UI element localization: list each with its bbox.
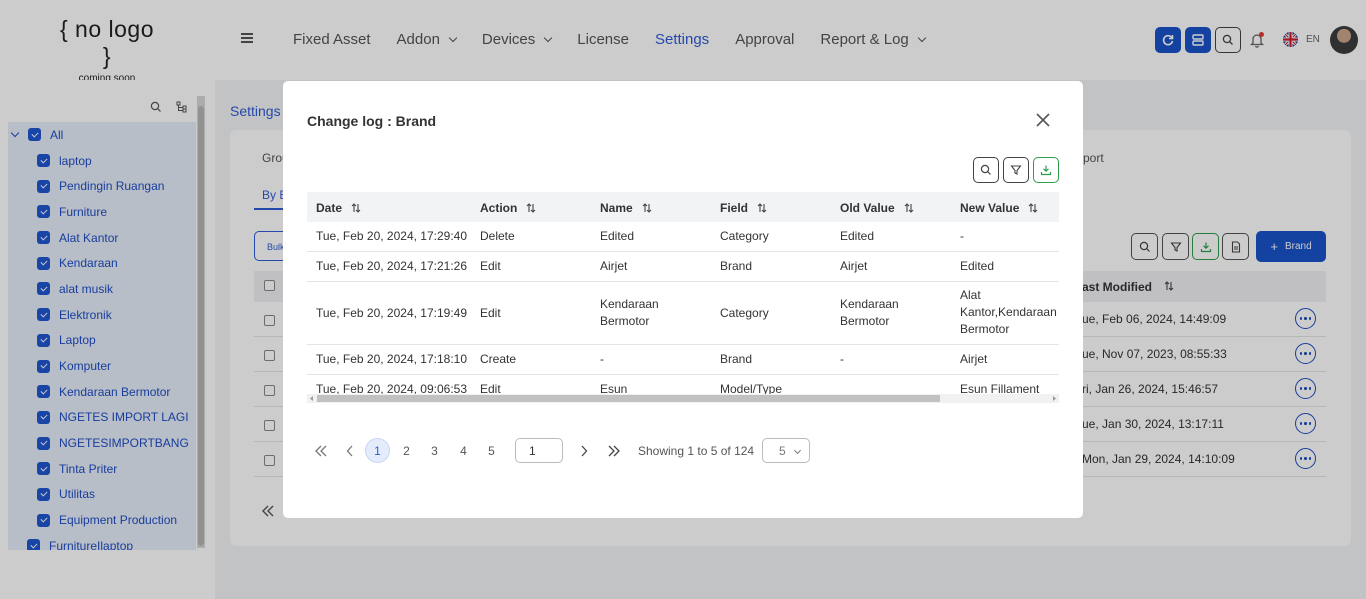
old-value-cell: - (840, 352, 844, 366)
modal-search-button[interactable] (973, 157, 999, 183)
modal-filter-button[interactable] (1003, 157, 1029, 183)
change-log-modal: Change log : Brand Date Action Name Fiel… (283, 81, 1083, 518)
last-page-button[interactable] (604, 438, 624, 463)
chevron-left-icon (346, 445, 353, 456)
per-page-select[interactable]: 5 (762, 438, 810, 463)
pagination: 1 2 3 4 5 1 Showing 1 to 5 of 124 5 (307, 438, 867, 464)
field-cell: Brand (720, 352, 753, 366)
table-row: Tue, Feb 20, 2024, 17:29:40 Delete Edite… (307, 222, 1059, 252)
sort-icon (757, 203, 767, 213)
filter-icon (1010, 165, 1022, 175)
table-row: Tue, Feb 20, 2024, 17:18:10 Create - Bra… (307, 345, 1059, 375)
next-page-button[interactable] (577, 438, 591, 463)
sort-icon (1028, 203, 1038, 213)
old-value-cell: Kendaraan Bermotor (840, 297, 899, 328)
column-old-value[interactable]: Old Value (840, 201, 914, 215)
page-5-button[interactable]: 5 (479, 438, 504, 463)
column-action[interactable]: Action (480, 201, 536, 215)
change-log-table: Date Action Name Field Old Value New Val… (307, 192, 1059, 405)
download-icon (1040, 165, 1052, 176)
close-icon[interactable] (1035, 112, 1051, 128)
double-chevron-left-icon (315, 445, 327, 456)
table-header: Date Action Name Field Old Value New Val… (307, 192, 1059, 222)
table-row: Tue, Feb 20, 2024, 17:19:49 Edit Kendara… (307, 282, 1059, 345)
page-2-button[interactable]: 2 (394, 438, 419, 463)
chevron-down-icon (793, 446, 802, 455)
action-cell: Edit (480, 259, 501, 273)
sort-icon (642, 203, 652, 213)
modal-title: Change log : Brand (307, 113, 437, 129)
date-cell: Tue, Feb 20, 2024, 17:19:49 (316, 306, 468, 320)
new-value-cell: Airjet (960, 352, 988, 366)
action-cell: Delete (480, 229, 515, 243)
table-horizontal-scrollbar[interactable] (307, 394, 1059, 403)
page-4-button[interactable]: 4 (451, 438, 476, 463)
page-number-input[interactable]: 1 (515, 438, 563, 463)
sort-icon (904, 203, 914, 213)
sort-icon (351, 203, 361, 213)
old-value-cell: Edited (840, 229, 875, 243)
name-cell: Edited (600, 229, 635, 243)
old-value-cell: Airjet (840, 259, 868, 273)
column-date[interactable]: Date (316, 201, 361, 215)
sort-icon (526, 203, 536, 213)
table-row: Tue, Feb 20, 2024, 17:21:26 Edit Airjet … (307, 252, 1059, 282)
date-cell: Tue, Feb 20, 2024, 17:29:40 (316, 229, 468, 243)
action-cell: Edit (480, 306, 501, 320)
field-cell: Brand (720, 259, 753, 273)
name-cell: Airjet (600, 259, 628, 273)
scroll-left-icon[interactable] (309, 396, 314, 401)
action-cell: Create (480, 352, 517, 366)
field-cell: Category (720, 306, 769, 320)
prev-page-button[interactable] (343, 438, 357, 463)
search-icon (980, 164, 991, 175)
new-value-cell: - (960, 229, 964, 243)
first-page-button[interactable] (311, 438, 331, 463)
new-value-cell: Alat Kantor,Kendaraan Bermotor (960, 288, 1057, 336)
page-1-button[interactable]: 1 (365, 438, 390, 463)
column-new-value[interactable]: New Value (960, 201, 1038, 215)
name-cell: - (600, 352, 604, 366)
name-cell: Kendaraan Bermotor (600, 297, 659, 328)
new-value-cell: Edited (960, 259, 995, 273)
page-3-button[interactable]: 3 (422, 438, 447, 463)
field-cell: Category (720, 229, 769, 243)
double-chevron-right-icon (608, 445, 620, 456)
chevron-right-icon (581, 445, 588, 456)
date-cell: Tue, Feb 20, 2024, 17:21:26 (316, 259, 468, 273)
scroll-right-icon[interactable] (1052, 396, 1057, 401)
showing-count: Showing 1 to 5 of 124 (638, 444, 755, 458)
column-name[interactable]: Name (600, 201, 652, 215)
column-field[interactable]: Field (720, 201, 767, 215)
modal-download-button[interactable] (1033, 157, 1059, 183)
date-cell: Tue, Feb 20, 2024, 17:18:10 (316, 352, 468, 366)
scrollbar-thumb[interactable] (317, 395, 940, 402)
